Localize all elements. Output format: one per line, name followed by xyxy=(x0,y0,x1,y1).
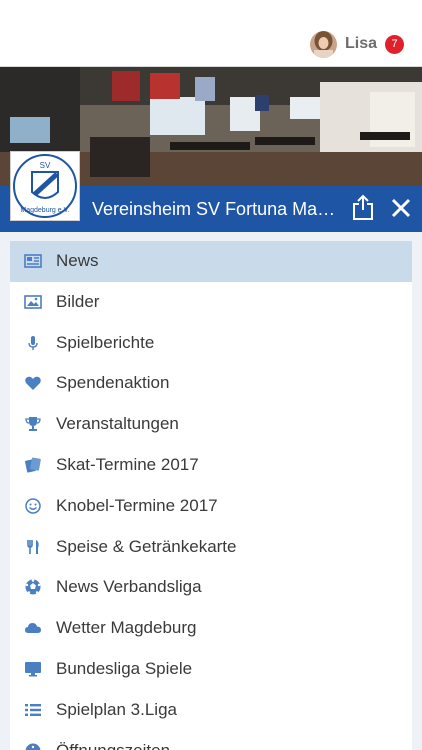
menu-item-news-verbandsliga[interactable]: News Verbandsliga xyxy=(10,567,412,608)
menu-item-speisekarte[interactable]: Speise & Getränkekarte xyxy=(10,527,412,568)
user-profile[interactable]: Lisa 7 xyxy=(309,29,404,59)
menu-item-spendenaktion[interactable]: Spendenaktion xyxy=(10,363,412,404)
page-title: Vereinsheim SV Fortuna Magdeburg e.V. xyxy=(92,199,342,219)
smiley-icon xyxy=(25,498,41,514)
menu-item-spielplan[interactable]: Spielplan 3.Liga xyxy=(10,690,412,731)
share-button[interactable] xyxy=(348,193,378,223)
menu-item-label: Speise & Getränkekarte xyxy=(56,536,237,556)
club-logo: SV Magdeburg e.V. xyxy=(10,151,80,221)
microphone-icon xyxy=(28,335,38,350)
soccer-ball-icon xyxy=(25,579,41,595)
logo-top-text: SV xyxy=(40,161,51,170)
menu-item-label: Spendenaktion xyxy=(56,373,170,393)
menu-item-label: Skat-Termine 2017 xyxy=(56,454,199,474)
menu-item-knobel-termine[interactable]: Knobel-Termine 2017 xyxy=(10,486,412,527)
menu-item-news[interactable]: News xyxy=(10,241,412,282)
menu-item-wetter[interactable]: Wetter Magdeburg xyxy=(10,608,412,649)
menu-item-skat-termine[interactable]: Skat-Termine 2017 xyxy=(10,445,412,486)
user-name[interactable]: Lisa xyxy=(345,35,377,53)
share-icon xyxy=(353,194,373,220)
top-bar: Lisa 7 xyxy=(0,0,422,67)
close-button[interactable] xyxy=(386,193,416,223)
menu-item-label: News xyxy=(56,251,99,270)
navigation-menu: News Bilder Spielberichte Spendenaktion xyxy=(10,241,412,750)
newspaper-icon xyxy=(24,254,42,268)
avatar[interactable] xyxy=(309,30,337,58)
menu-item-bilder[interactable]: Bilder xyxy=(10,282,412,323)
info-icon xyxy=(25,743,41,750)
menu-item-label: Spielberichte xyxy=(56,332,155,352)
notification-badge[interactable]: 7 xyxy=(385,34,404,54)
menu-item-label: Veranstaltungen xyxy=(56,414,179,434)
menu-item-oeffnungszeiten[interactable]: Öffnungszeiten xyxy=(10,731,412,750)
menu-item-veranstaltungen[interactable]: Veranstaltungen xyxy=(10,404,412,445)
menu-item-label: Bundesliga Spiele xyxy=(56,658,193,678)
menu-item-bundesliga[interactable]: Bundesliga Spiele xyxy=(10,649,412,690)
image-icon xyxy=(24,294,42,309)
menu-item-label: Bilder xyxy=(56,291,100,311)
cloud-icon xyxy=(25,623,41,634)
menu-item-label: Spielplan 3.Liga xyxy=(56,699,177,719)
menu-item-label: Öffnungszeiten xyxy=(56,741,170,750)
menu-item-spielberichte[interactable]: Spielberichte xyxy=(10,323,412,364)
heart-icon xyxy=(25,377,41,391)
trophy-icon xyxy=(25,417,41,432)
close-icon xyxy=(391,198,411,218)
monitor-icon xyxy=(25,661,41,677)
cutlery-icon xyxy=(27,539,39,554)
menu-item-label: News Verbandsliga xyxy=(56,577,202,597)
menu-item-label: Knobel-Termine 2017 xyxy=(56,495,218,515)
logo-bottom-text: Magdeburg e.V. xyxy=(20,207,69,214)
cards-icon xyxy=(25,457,41,473)
menu-item-label: Wetter Magdeburg xyxy=(56,618,197,638)
list-icon xyxy=(25,703,41,716)
